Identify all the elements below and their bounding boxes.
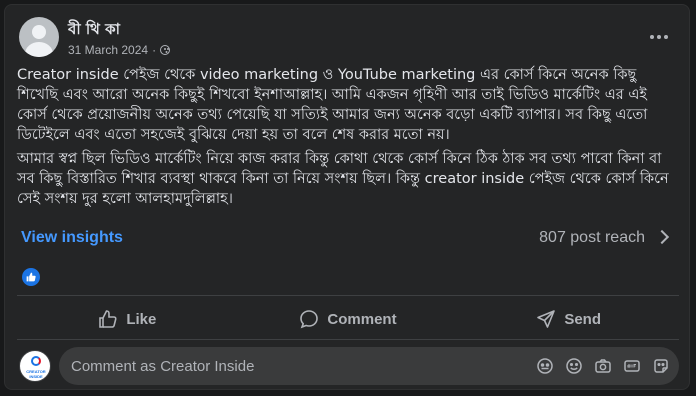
author-avatar[interactable] — [19, 17, 59, 57]
divider-top — [17, 295, 679, 296]
meta-separator: · — [152, 43, 157, 57]
comment-button[interactable]: Comment — [238, 301, 459, 337]
avatar-sticker-icon[interactable] — [535, 356, 555, 376]
audience-globe-icon[interactable] — [160, 45, 171, 55]
more-options-icon[interactable] — [647, 25, 671, 49]
post-text: Creator inside পেইজ থেকে video marketing… — [17, 65, 679, 213]
brand-logo-text: CREATOR INSIDE — [26, 369, 46, 379]
like-button[interactable]: Like — [17, 301, 238, 337]
view-insights-link[interactable]: View insights — [21, 229, 123, 247]
comment-label: Comment — [327, 310, 397, 328]
post-reach-count[interactable]: 807 post reach — [539, 229, 645, 247]
like-reaction-icon[interactable] — [22, 268, 40, 286]
post-card: বী থি কা 31 March 2024 · Creator inside … — [4, 4, 690, 390]
avatar-body-shape — [25, 42, 53, 57]
post-paragraph-2: আমার স্বপ্ন ছিল ভিডিও মার্কেটিং নিয়ে কা… — [17, 151, 669, 207]
post-paragraph-1: Creator inside পেইজ থেকে video marketing… — [17, 67, 648, 143]
comment-input[interactable] — [59, 347, 519, 385]
comment-input-wrapper — [59, 347, 679, 385]
send-label: Send — [564, 310, 602, 328]
chevron-right-icon[interactable] — [654, 229, 670, 245]
comment-composer: CREATOR INSIDE — [19, 347, 679, 385]
camera-icon[interactable] — [593, 356, 613, 376]
send-arrow-icon — [537, 310, 556, 328]
emoji-icon[interactable] — [564, 356, 584, 376]
post-header: বী থি কা 31 March 2024 · — [19, 13, 679, 63]
divider-bottom — [17, 339, 679, 340]
author-name[interactable]: বী থি কা — [68, 18, 120, 43]
insights-row: View insights 807 post reach — [21, 227, 670, 253]
post-meta: 31 March 2024 · — [68, 43, 171, 57]
brand-logo-ring — [31, 356, 41, 366]
gif-icon[interactable] — [622, 356, 642, 376]
post-date[interactable]: 31 March 2024 — [68, 43, 148, 57]
post-actions: Like Comment Send — [17, 301, 679, 337]
sticker-icon[interactable] — [651, 356, 671, 376]
comment-tools — [535, 356, 671, 376]
send-button[interactable]: Send — [458, 301, 679, 337]
avatar-head-shape — [32, 25, 46, 39]
thumbs-up-icon — [99, 310, 117, 328]
commenter-avatar[interactable]: CREATOR INSIDE — [19, 350, 51, 382]
like-label: Like — [126, 310, 157, 328]
comment-bubble-icon — [300, 310, 319, 329]
